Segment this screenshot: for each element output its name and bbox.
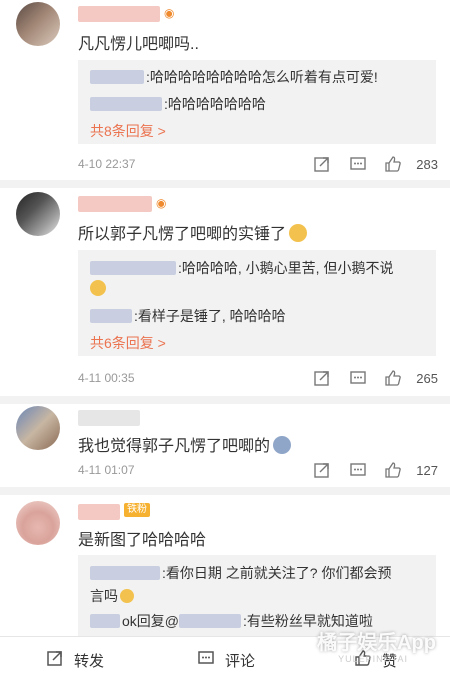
- more-replies-link[interactable]: 共6条回复 >: [90, 333, 166, 353]
- doge-emoji-icon: [90, 280, 106, 299]
- comment-text: 我也觉得郭子凡愣了吧唧的: [78, 432, 292, 456]
- reply-line: :哈哈哈哈哈哈哈哈怎么听着有点可爱!: [90, 67, 378, 87]
- reply-username-blurred[interactable]: [90, 70, 144, 84]
- comment-footer: 4-11 00:35 265: [78, 369, 438, 389]
- comment-icon[interactable]: [349, 155, 367, 173]
- timestamp: 4-11 01:07: [78, 463, 135, 477]
- watermark-sub: YULEPINGTAI: [338, 654, 408, 664]
- fan-badge: 铁粉: [124, 503, 150, 517]
- timestamp: 4-11 00:35: [78, 371, 135, 385]
- husky-emoji-icon: [273, 436, 292, 454]
- username-blurred[interactable]: [78, 6, 160, 22]
- like-icon[interactable]: [384, 461, 402, 479]
- repost-button[interactable]: 转发: [40, 637, 140, 680]
- divider: [0, 396, 450, 404]
- share-icon[interactable]: [313, 461, 331, 479]
- like-count: 265: [416, 371, 438, 386]
- like-count: 127: [416, 463, 438, 478]
- share-icon[interactable]: [313, 369, 331, 387]
- share-icon[interactable]: [313, 155, 331, 173]
- username-blurred[interactable]: [78, 504, 120, 520]
- reply-line: :看你日期 之前就关注了? 你们都会预: [90, 563, 391, 583]
- comment-icon[interactable]: [349, 369, 367, 387]
- reply-line: :哈哈哈哈, 小鹅心里苦, 但小鹅不说: [90, 258, 393, 278]
- reply-username-blurred[interactable]: [90, 97, 162, 111]
- like-count: 283: [416, 157, 438, 172]
- reply-box[interactable]: :哈哈哈哈, 小鹅心里苦, 但小鹅不说 :看样子是锤了, 哈哈哈哈 共6条回复 …: [78, 250, 436, 356]
- reply-target-blurred[interactable]: [179, 614, 241, 628]
- like-icon[interactable]: [384, 369, 402, 387]
- reply-box[interactable]: :哈哈哈哈哈哈哈哈怎么听着有点可爱! :哈哈哈哈哈哈哈 共8条回复 >: [78, 60, 436, 144]
- comment-footer: 4-10 22:37 283: [78, 155, 438, 175]
- reply-username-blurred[interactable]: [90, 261, 176, 275]
- divider: [0, 487, 450, 495]
- doge-emoji-icon: [289, 224, 308, 242]
- like-icon[interactable]: [384, 155, 402, 173]
- comment-icon: [198, 651, 214, 664]
- laugh-emoji-icon: [120, 589, 134, 603]
- avatar[interactable]: [16, 501, 60, 545]
- timestamp: 4-10 22:37: [78, 157, 136, 171]
- reply-username-blurred[interactable]: [90, 309, 132, 323]
- divider: [0, 180, 450, 188]
- reply-username-blurred[interactable]: [90, 614, 120, 628]
- reply-line: :看样子是锤了, 哈哈哈哈: [90, 306, 286, 326]
- username-blurred[interactable]: [78, 196, 152, 212]
- avatar[interactable]: [16, 2, 60, 46]
- watermark: 橘子娱乐App: [317, 632, 436, 654]
- vip-badge-icon: ◉: [164, 6, 175, 20]
- comment-text: 所以郭子凡愣了吧唧的实锤了: [78, 220, 308, 244]
- comment-label: 评论: [225, 653, 256, 670]
- share-icon: [47, 651, 62, 666]
- vip-badge-icon: ◉: [156, 196, 167, 210]
- comment-button[interactable]: 评论: [195, 637, 295, 680]
- reply-line: 言吗: [90, 586, 134, 606]
- comment-text: 凡凡愣儿吧唧吗..: [78, 36, 199, 53]
- more-replies-link[interactable]: 共8条回复 >: [90, 121, 166, 141]
- username-blurred[interactable]: [78, 410, 140, 426]
- repost-label: 转发: [74, 653, 105, 670]
- reply-line: :哈哈哈哈哈哈哈: [90, 94, 266, 114]
- comment-icon[interactable]: [349, 461, 367, 479]
- reply-username-blurred[interactable]: [90, 566, 160, 580]
- avatar[interactable]: [16, 406, 60, 450]
- comment-footer: 4-11 01:07 127: [78, 461, 438, 481]
- comment-text: 是新图了哈哈哈哈: [78, 532, 207, 549]
- avatar[interactable]: [16, 192, 60, 236]
